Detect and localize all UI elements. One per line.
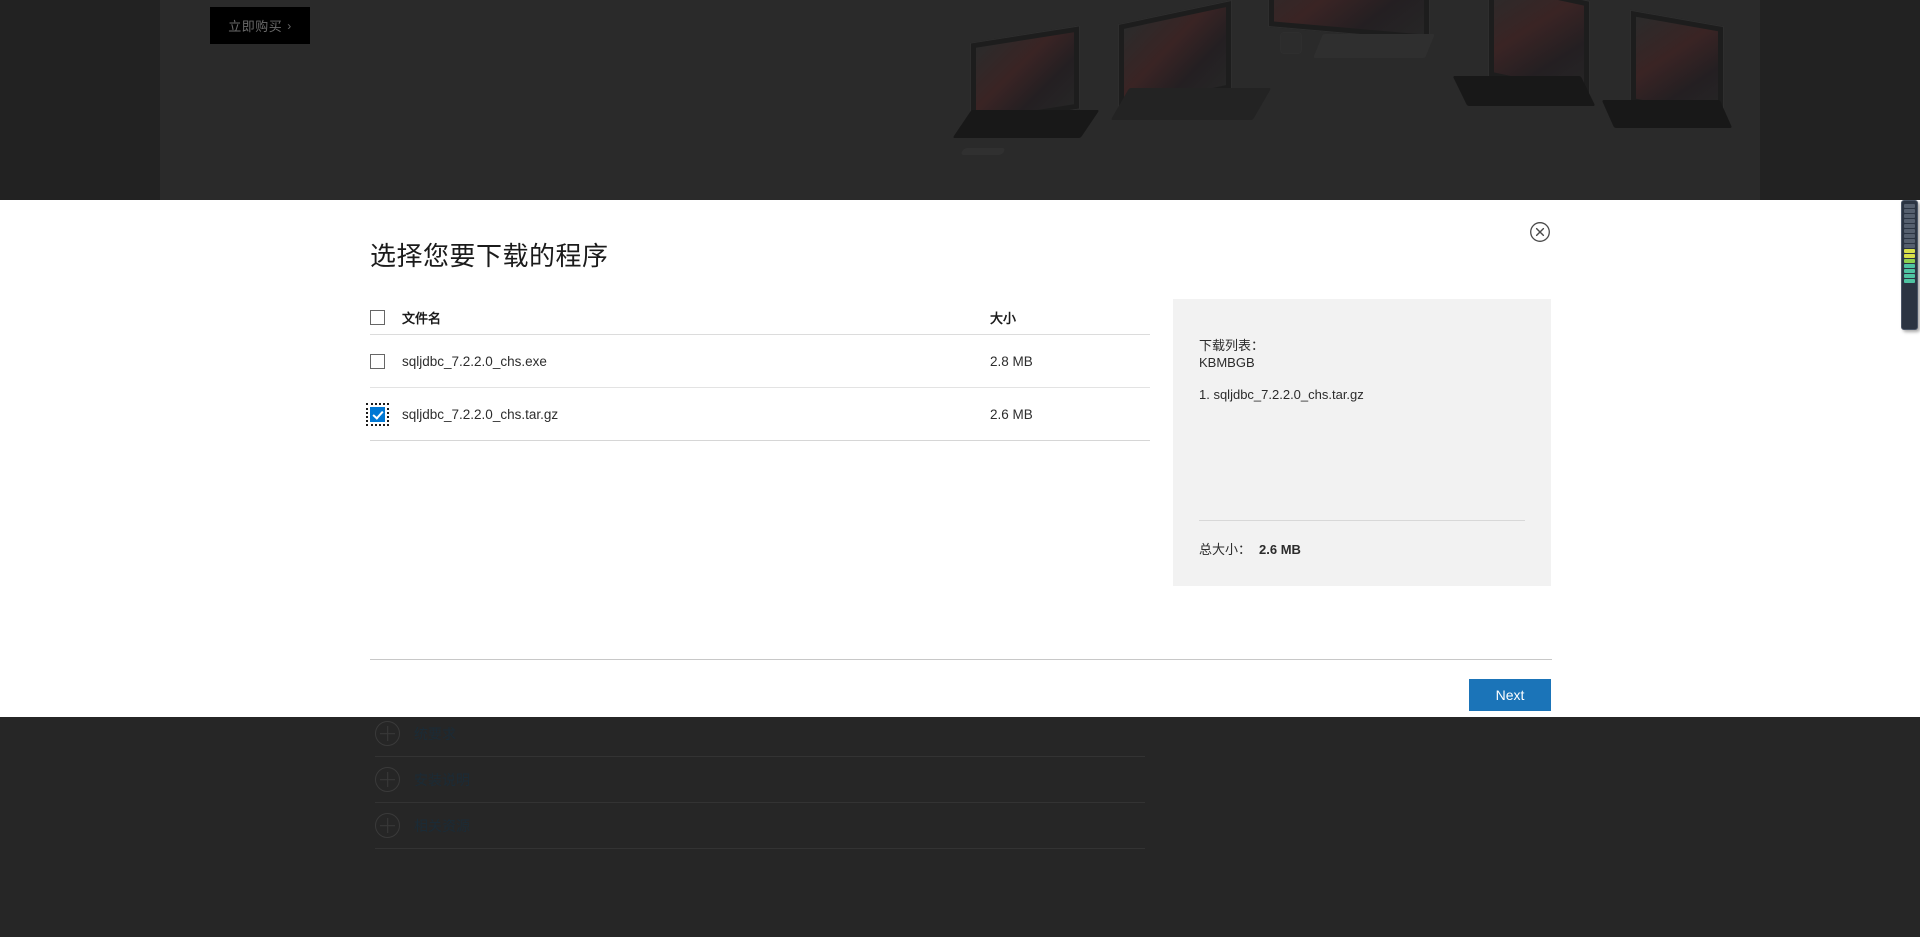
surface-devices-image [940,0,1760,172]
summary-divider [1199,520,1525,521]
row-check-cell [366,402,402,426]
total-size-label: 总大小： [1199,542,1252,557]
plus-circle-icon [375,813,400,838]
meter-segment [1904,219,1915,223]
accordion-item-system-requirements[interactable]: 统要求 [375,710,1145,757]
meter-segment [1904,239,1915,243]
accordion-item-related-resources[interactable]: 相关资源 [375,803,1145,849]
file-table: 文件名 大小 sqljdbc_7.2.2.0_chs.exe 2.8 MB sq… [366,300,1150,441]
buy-now-button[interactable]: 立即购买 › [210,7,310,44]
total-size-row: 总大小： 2.6 MB [1199,539,1301,558]
column-header-filename: 文件名 [402,310,442,326]
list-item: 1. sqljdbc_7.2.2.0_chs.tar.gz [1199,387,1364,402]
table-row[interactable]: sqljdbc_7.2.2.0_chs.exe 2.8 MB [370,335,1150,388]
plus-circle-icon [375,767,400,792]
meter-segment [1904,249,1915,253]
chevron-right-icon: › [287,18,292,33]
level-meter-widget[interactable] [1901,200,1918,330]
meter-segment [1904,234,1915,238]
meter-segment [1904,279,1915,283]
accordion-item-label: 统要求 [414,725,456,742]
meter-segment [1904,229,1915,233]
meter-segment [1904,214,1915,218]
file-checkbox-targz[interactable] [366,402,389,426]
page-title: 选择您要下载的程序 [370,241,609,271]
accordion-item-label: 相关资源 [414,817,470,834]
file-size: 2.6 MB [990,406,1033,422]
plus-circle-icon [375,721,400,746]
accordion-item-install-instructions[interactable]: 安装说明 [375,757,1145,803]
file-size: 2.8 MB [990,353,1033,369]
summary-heading-label: 下载列表： [1199,338,1265,353]
download-summary-panel: 下载列表： KBMBGB 1. sqljdbc_7.2.2.0_chs.tar.… [1173,299,1551,586]
meter-segment [1904,224,1915,228]
buy-now-label: 立即购买 [228,19,283,34]
meter-segment [1904,269,1915,273]
summary-heading: 下载列表： KBMBGB [1199,337,1264,371]
column-header-size: 大小 [990,310,1017,326]
footer-divider [370,659,1552,660]
download-selection-dialog: 选择您要下载的程序 文件名 大小 sqljdbc_7.2.2.0_chs.exe… [0,200,1920,717]
meter-segment [1904,259,1915,263]
summary-units-label: KBMBGB [1199,355,1255,370]
next-button[interactable]: Next [1469,679,1551,711]
row-check-cell [370,353,402,369]
file-checkbox-exe[interactable] [370,353,385,369]
hero-banner-inner [160,0,1760,200]
total-size-value: 2.6 MB [1259,542,1301,557]
select-all-cell [370,309,402,325]
device-pen [960,148,1006,155]
summary-item-list: 1. sqljdbc_7.2.2.0_chs.tar.gz [1199,387,1364,402]
meter-segment [1904,209,1915,213]
meter-segment [1904,274,1915,278]
meter-segment [1904,204,1915,208]
meter-segment [1904,254,1915,258]
device-monitor-base [1313,34,1435,58]
close-circle-icon[interactable] [1529,221,1551,243]
file-name: sqljdbc_7.2.2.0_chs.exe [402,353,547,369]
device-keyboard-right [1452,76,1596,106]
device-keyboard-left [952,110,1100,138]
file-name: sqljdbc_7.2.2.0_chs.tar.gz [402,406,559,422]
background-accordion: 统要求 安装说明 相关资源 [375,710,1145,849]
device-keyboard-two [1110,88,1272,120]
select-all-checkbox[interactable] [370,309,385,325]
device-keyboard-far-right [1601,100,1733,128]
table-header-row: 文件名 大小 [370,300,1150,335]
meter-segment [1904,244,1915,248]
table-row[interactable]: sqljdbc_7.2.2.0_chs.tar.gz 2.6 MB [366,388,1150,441]
accordion-item-label: 安装说明 [414,771,470,788]
device-speaker [1280,32,1302,54]
meter-segment [1904,264,1915,268]
